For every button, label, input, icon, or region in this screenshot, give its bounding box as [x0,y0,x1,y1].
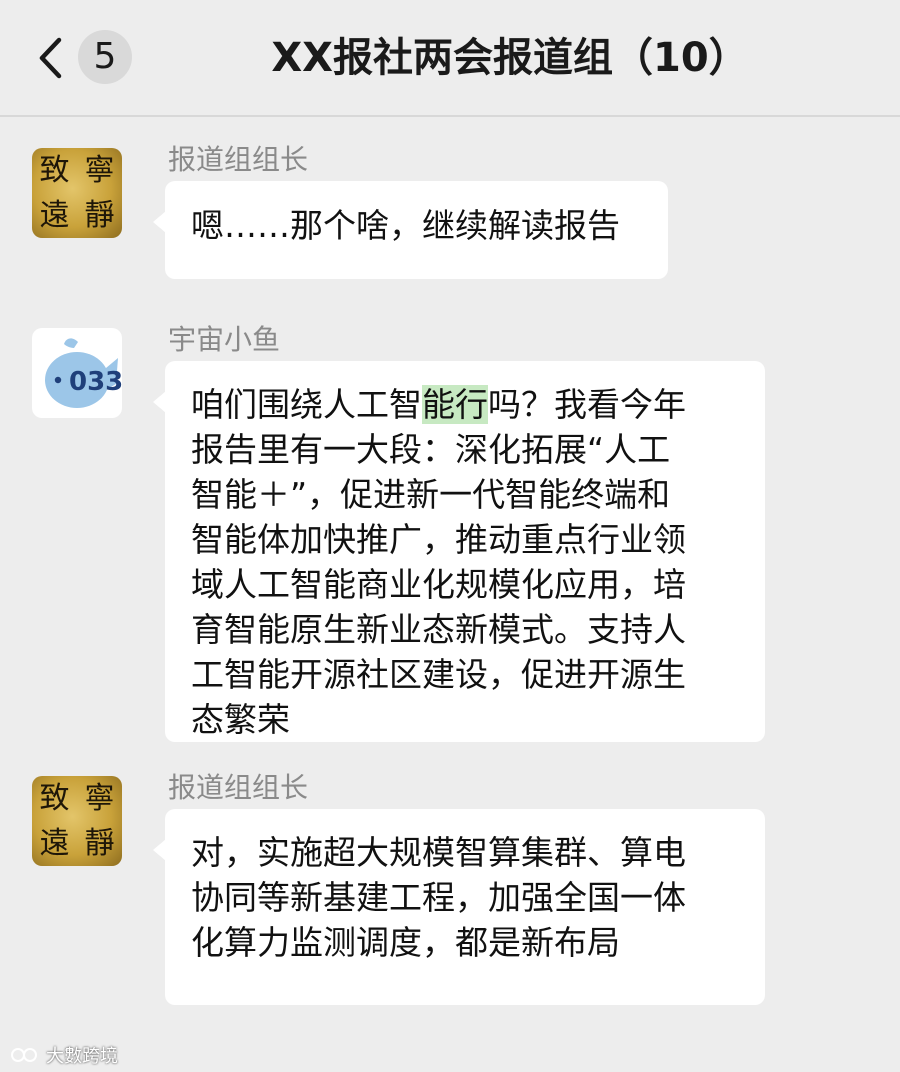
unread-count-badge[interactable]: 5 [78,30,132,84]
avatar[interactable]: 致 寧 遠 靜 [32,148,122,238]
message-text-line: 域人工智能商业化规模化应用，培 [191,565,686,604]
avatar-char: 靜 [84,826,115,861]
avatar-char: 致 [39,153,70,188]
message-bubble[interactable]: 对，实施超大规模智算集群、算电 协同等新基建工程，加强全国一体 化算力监测调度，… [153,809,765,1005]
watermark-logo-icon [11,1048,37,1062]
message-text: 嗯……那个啥，继续解读报告 [191,206,620,245]
chevron-left-icon [39,37,62,79]
message-text-line: 智能＋”，促进新一代智能终端和 [191,475,671,514]
sender-name: 报道组组长 [168,771,309,804]
avatar-char: 寧 [84,781,115,816]
message-text-line: 对，实施超大规模智算集群、算电 [191,833,686,872]
back-button[interactable] [30,34,70,82]
watermark: 大數跨境 [10,1042,118,1068]
avatar-char: 寧 [84,153,115,188]
watermark-text: 大數跨境 [46,1046,118,1067]
message-text-line: 工智能开源社区建设，促进开源生 [191,655,686,694]
fish-avatar-text: 033 [69,367,122,397]
highlighted-selection: 能行 [422,385,488,424]
sender-name: 宇宙小鱼 [168,323,281,356]
message-text-line: 协同等新基建工程，加强全国一体 [191,878,686,917]
chat-header: 5 XX报社两会报道组（10） [0,0,900,117]
message-bubble[interactable]: 咱们围绕人工智能行吗？我看今年 报告里有一大段：深化拓展“人工 智能＋”，促进新… [153,361,765,742]
avatar-char: 致 [39,781,70,816]
message-text-line: 咱们围绕人工智能行吗？我看今年 [191,382,739,427]
text-fragment: 吗？我看今年 [488,385,686,424]
avatar-char: 遠 [39,826,70,861]
message-bubble[interactable]: 嗯……那个啥，继续解读报告 [153,181,668,279]
message-text-line: 化算力监测调度，都是新布局 [191,923,620,962]
message-text-line: 智能体加快推广，推动重点行业领 [191,520,686,559]
chat-title: XX报社两会报道组（10） [271,35,749,81]
avatar[interactable]: 033 [32,328,122,418]
sender-name: 报道组组长 [168,143,309,176]
avatar-char: 遠 [39,198,70,233]
fish-icon: 033 [45,338,122,408]
avatar-char: 靜 [84,198,115,233]
avatar[interactable]: 致 寧 遠 靜 [32,776,122,866]
text-fragment: 咱们围绕人工智 [191,385,422,424]
message-text-line: 育智能原生新业态新模式。支持人 [191,610,686,649]
message-text-line: 态繁荣 [191,700,290,739]
message-text-line: 报告里有一大段：深化拓展“人工 [191,430,671,469]
